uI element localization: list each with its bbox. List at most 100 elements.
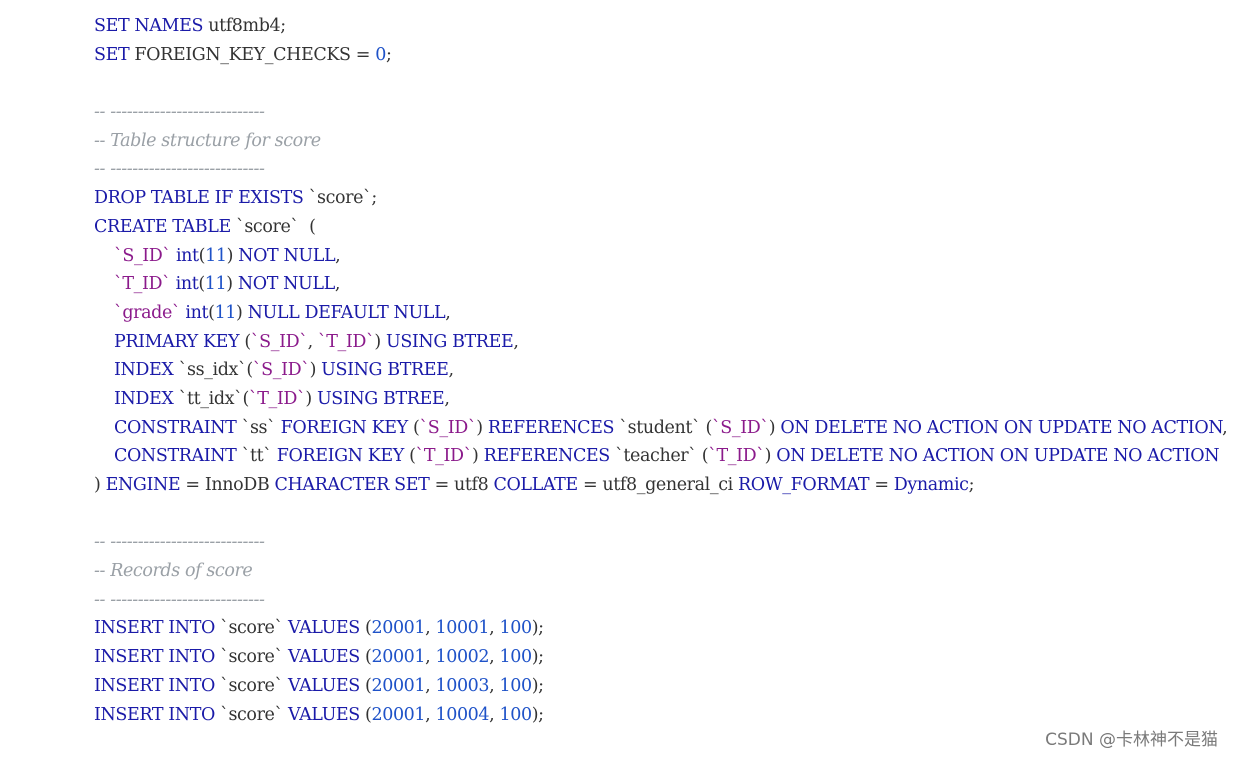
- code-token: ;: [385, 44, 392, 65]
- code-token: `T_ID`: [248, 388, 306, 409]
- code-token: (: [239, 331, 251, 352]
- code-token: `score`: [214, 647, 289, 668]
- code-token: INSERT INTO: [94, 618, 215, 639]
- code-token: `T_ID`: [415, 446, 473, 467]
- code-line: INDEX `ss_idx`(`S_ID`) USING BTREE,: [94, 356, 1227, 385]
- code-token: 100: [499, 618, 532, 639]
- sql-code-block: SET NAMES utf8mb4; SET FOREIGN_KEY_CHECKS…: [94, 12, 1228, 729]
- code-line: -- ----------------------------: [94, 155, 1227, 184]
- code-token: 11: [205, 245, 227, 266]
- code-token: );: [531, 704, 544, 725]
- code-token: ,: [425, 675, 436, 696]
- code-token: 100: [499, 647, 532, 668]
- code-token: = utf8: [429, 475, 494, 495]
- code-token: ): [764, 446, 777, 467]
- code-token: -- Table structure for score: [94, 130, 321, 151]
- code-token: `tt`: [236, 446, 277, 467]
- code-token: VALUES: [288, 704, 360, 725]
- code-token: -- ----------------------------: [94, 159, 265, 180]
- code-token: ;: [968, 475, 975, 495]
- code-token: REFERENCES: [483, 446, 611, 467]
- code-token: 11: [214, 302, 237, 323]
- code-token: `S_ID`: [114, 245, 171, 266]
- code-token: ): [226, 245, 239, 266]
- code-token: INDEX: [114, 360, 174, 381]
- code-token: SET: [94, 44, 130, 65]
- code-token: FOREIGN KEY: [280, 417, 409, 438]
- code-token: (: [403, 446, 416, 467]
- code-token: `score`: [214, 618, 289, 639]
- code-line: DROP TABLE IF EXISTS `score`;: [94, 184, 1227, 213]
- code-token: VALUES: [288, 647, 360, 668]
- code-token: `student` (: [614, 417, 712, 438]
- code-line: `S_ID` int(11) NOT NULL,: [94, 242, 1227, 271]
- code-token: COLLATE: [493, 475, 579, 495]
- code-token: ,: [334, 274, 341, 295]
- code-line: INSERT INTO `score` VALUES (20001, 10003…: [94, 672, 1227, 701]
- code-token: -- ----------------------------: [94, 532, 265, 553]
- code-token: 0: [375, 44, 386, 65]
- code-token: (: [359, 647, 372, 668]
- code-token: 20001: [371, 704, 426, 725]
- code-token: `grade`: [114, 302, 181, 323]
- code-line: INDEX `tt_idx`(`T_ID`) USING BTREE,: [94, 385, 1227, 414]
- code-token: 10004: [435, 704, 490, 725]
- code-token: ,: [489, 647, 500, 668]
- code-token: ,: [489, 675, 500, 696]
- code-line: INSERT INTO `score` VALUES (20001, 10001…: [94, 614, 1227, 643]
- code-token: `score` (: [230, 216, 316, 237]
- code-token: 10002: [435, 647, 490, 668]
- code-token: INDEX: [114, 388, 174, 409]
- code-token: utf8mb4;: [203, 16, 286, 36]
- code-token: ): [472, 446, 484, 467]
- code-token: `teacher` (: [609, 446, 709, 467]
- code-token: CONSTRAINT: [114, 446, 237, 467]
- code-token: =: [869, 475, 894, 495]
- code-token: `S_ID`: [250, 331, 308, 352]
- code-line: -- ----------------------------: [94, 98, 1227, 127]
- code-token: DROP TABLE IF EXISTS: [94, 188, 304, 209]
- code-token: ON DELETE NO ACTION ON UPDATE NO ACTION: [780, 417, 1223, 438]
- code-line: SET NAMES utf8mb4;: [94, 12, 1227, 41]
- code-token: (: [359, 704, 372, 725]
- code-token: int: [180, 302, 209, 323]
- code-line: SET FOREIGN_KEY_CHECKS = 0;: [94, 41, 1227, 70]
- code-token: NOT NULL: [238, 245, 336, 266]
- code-token: ,: [307, 331, 318, 352]
- code-token: ): [309, 360, 322, 381]
- code-line: INSERT INTO `score` VALUES (20001, 10002…: [94, 643, 1227, 672]
- code-token: ,: [425, 618, 436, 639]
- code-token: );: [531, 647, 544, 668]
- code-token: 10003: [435, 675, 490, 696]
- code-token: `S_ID`: [252, 360, 310, 381]
- code-token: `score`;: [303, 188, 378, 209]
- code-token: FOREIGN KEY: [276, 446, 405, 467]
- code-token: `T_ID`: [114, 274, 171, 295]
- code-token: ,: [513, 331, 519, 352]
- code-token: REFERENCES: [487, 417, 615, 438]
- code-token: int: [170, 245, 199, 266]
- code-token: INSERT INTO: [94, 704, 215, 725]
- code-token: ,: [448, 360, 455, 381]
- code-line: ) ENGINE = InnoDB CHARACTER SET = utf8 C…: [94, 471, 1227, 500]
- code-token: ): [226, 274, 238, 295]
- code-token: `score`: [214, 704, 289, 725]
- code-token: ): [768, 417, 781, 438]
- code-token: (: [359, 675, 372, 696]
- code-token: (: [359, 618, 372, 639]
- code-token: `S_ID`: [419, 417, 477, 438]
- code-token: FOREIGN_KEY_CHECKS =: [129, 44, 376, 65]
- code-token: -- ----------------------------: [94, 589, 265, 610]
- code-token: ,: [425, 704, 436, 725]
- code-token: );: [531, 675, 544, 696]
- code-token: (: [407, 417, 420, 438]
- code-token: SET NAMES: [94, 16, 204, 36]
- code-token: ROW_FORMAT: [737, 475, 870, 495]
- code-token: NOT NULL: [237, 274, 335, 295]
- code-token: 20001: [371, 647, 426, 668]
- code-line: CONSTRAINT `tt` FOREIGN KEY (`T_ID`) REF…: [94, 442, 1227, 471]
- code-token: ): [236, 302, 248, 323]
- code-token: `tt_idx`(: [173, 388, 250, 409]
- code-token: CREATE TABLE: [94, 216, 231, 237]
